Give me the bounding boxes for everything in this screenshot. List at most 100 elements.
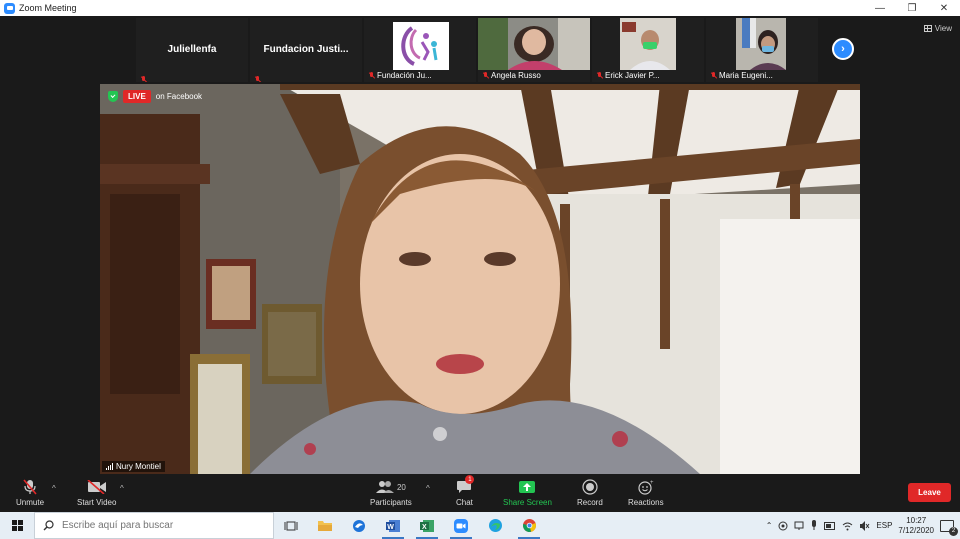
notification-center-button[interactable]: 2 xyxy=(940,519,958,536)
mic-muted-icon xyxy=(710,71,717,80)
next-page-button[interactable]: › xyxy=(832,38,854,60)
minimize-button[interactable]: — xyxy=(864,0,896,16)
close-button[interactable]: ✕ xyxy=(928,0,960,16)
fundacion-logo-icon xyxy=(393,22,449,70)
input-language[interactable]: ESP xyxy=(876,521,892,530)
taskbar-search[interactable] xyxy=(34,512,274,539)
clock-time: 10:27 xyxy=(906,515,927,525)
participants-options-chevron-icon[interactable]: ^ xyxy=(426,484,430,493)
file-explorer-button[interactable] xyxy=(308,512,342,539)
wifi-icon[interactable] xyxy=(842,521,853,531)
svg-text:+: + xyxy=(650,480,654,486)
windows-logo-icon xyxy=(11,520,23,531)
word-button[interactable]: W xyxy=(376,512,410,539)
search-icon xyxy=(43,520,54,531)
record-label: Record xyxy=(577,498,603,507)
excel-icon: X xyxy=(420,519,434,532)
task-view-icon xyxy=(284,521,298,530)
participant-tile[interactable]: Fundación Ju... xyxy=(364,18,476,82)
smiley-plus-icon: + xyxy=(637,478,655,496)
microphone-icon[interactable] xyxy=(810,520,818,531)
chat-label: Chat xyxy=(456,498,473,507)
chat-unread-badge: 1 xyxy=(465,475,475,484)
participant-strip: Juliellenfa Fundacion Justi... Fundación… xyxy=(136,18,818,82)
view-label: View xyxy=(934,24,952,33)
chat-button[interactable]: 1 Chat xyxy=(456,475,475,507)
speaker-name-label: Nury Montiel xyxy=(102,461,165,472)
video-options-chevron-icon[interactable]: ^ xyxy=(120,484,124,493)
title-bar: Zoom Meeting — ❐ ✕ xyxy=(0,0,960,16)
participants-icon: 20 xyxy=(375,478,406,496)
participants-button[interactable]: 20 Participants xyxy=(370,478,412,507)
taskbar-clock[interactable]: 10:27 7/12/2020 xyxy=(898,516,934,536)
reactions-button[interactable]: + Reactions xyxy=(628,478,664,507)
windows-taskbar: W X ⌃ ESP 10:27 7/12/2020 xyxy=(0,512,960,539)
meeting-toolbar: Unmute ^ Start Video ^ 20 Participants ^… xyxy=(0,474,960,512)
mic-muted-icon xyxy=(254,71,262,81)
participant-tile[interactable]: Juliellenfa xyxy=(136,18,248,82)
view-button[interactable]: View xyxy=(923,24,952,33)
notification-count: 2 xyxy=(949,526,958,536)
zoom-logo-icon xyxy=(4,2,15,14)
app-edge-legacy-button[interactable] xyxy=(342,512,376,539)
unmute-label: Unmute xyxy=(16,498,45,507)
participant-tile[interactable]: Erick Javier P... xyxy=(592,18,704,82)
search-input[interactable] xyxy=(62,520,262,531)
participant-label: Fundación Ju... xyxy=(368,71,432,80)
edge-button[interactable] xyxy=(478,512,512,539)
mic-muted-icon xyxy=(23,478,37,496)
window-title: Zoom Meeting xyxy=(19,3,77,13)
live-badge: LIVE xyxy=(123,90,151,103)
speaker-muted-icon[interactable] xyxy=(859,520,870,531)
participant-name: Maria Eugeni... xyxy=(719,71,773,80)
participant-video xyxy=(706,18,818,70)
participant-tile[interactable]: Fundacion Justi... xyxy=(250,18,362,82)
share-screen-button[interactable]: Share Screen xyxy=(503,478,552,507)
zoom-icon xyxy=(454,518,468,533)
participant-tile[interactable]: Angela Russo xyxy=(478,18,590,82)
meeting-area: View Juliellenfa Fundacion Justi... Fund… xyxy=(0,16,960,474)
participant-label: Erick Javier P... xyxy=(596,71,660,80)
mic-muted-icon xyxy=(368,71,375,80)
start-button[interactable] xyxy=(0,512,34,539)
participant-name: Angela Russo xyxy=(491,71,541,80)
signal-bars-icon xyxy=(106,463,113,470)
record-button[interactable]: Record xyxy=(577,478,603,507)
start-video-label: Start Video xyxy=(77,498,117,507)
speaker-video-frame xyxy=(100,84,860,474)
zoom-taskbar-button[interactable] xyxy=(444,512,478,539)
unmute-button[interactable]: Unmute xyxy=(16,478,44,507)
zoom-app: Zoom Meeting — ❐ ✕ View Juliellenfa Fund… xyxy=(0,0,960,539)
restore-button[interactable]: ❐ xyxy=(896,0,928,16)
battery-icon[interactable] xyxy=(824,521,836,530)
globe-icon xyxy=(353,519,365,532)
participants-label: Participants xyxy=(370,498,412,507)
svg-text:X: X xyxy=(422,524,427,531)
share-screen-label: Share Screen xyxy=(503,498,552,507)
mic-muted-icon xyxy=(596,71,603,80)
participant-label: Maria Eugeni... xyxy=(710,71,773,80)
start-video-button[interactable]: Start Video xyxy=(77,478,116,507)
mic-muted-icon xyxy=(482,71,489,80)
chrome-button[interactable] xyxy=(512,512,546,539)
chevron-up-icon[interactable]: ⌃ xyxy=(766,521,773,530)
participant-tile[interactable]: Maria Eugeni... xyxy=(706,18,818,82)
task-view-button[interactable] xyxy=(274,512,308,539)
participants-count: 20 xyxy=(396,482,406,492)
excel-button[interactable]: X xyxy=(410,512,444,539)
people-icon[interactable] xyxy=(778,521,788,531)
participant-label: Angela Russo xyxy=(482,71,541,80)
participant-video xyxy=(592,18,704,70)
active-speaker-video[interactable]: LIVE on Facebook Nury Montiel xyxy=(100,84,860,474)
video-off-icon xyxy=(87,478,107,496)
network-icon[interactable] xyxy=(794,521,804,531)
share-screen-icon xyxy=(518,478,536,496)
svg-text:W: W xyxy=(387,524,394,531)
audio-options-chevron-icon[interactable]: ^ xyxy=(52,484,56,493)
system-tray: ⌃ ESP 10:27 7/12/2020 2 xyxy=(766,512,960,539)
leave-button[interactable]: Leave xyxy=(908,483,951,502)
live-stream-indicator[interactable]: LIVE on Facebook xyxy=(108,90,202,103)
chrome-icon xyxy=(522,519,536,532)
participant-name: Fundacion Justi... xyxy=(263,44,349,55)
record-icon xyxy=(582,478,598,496)
